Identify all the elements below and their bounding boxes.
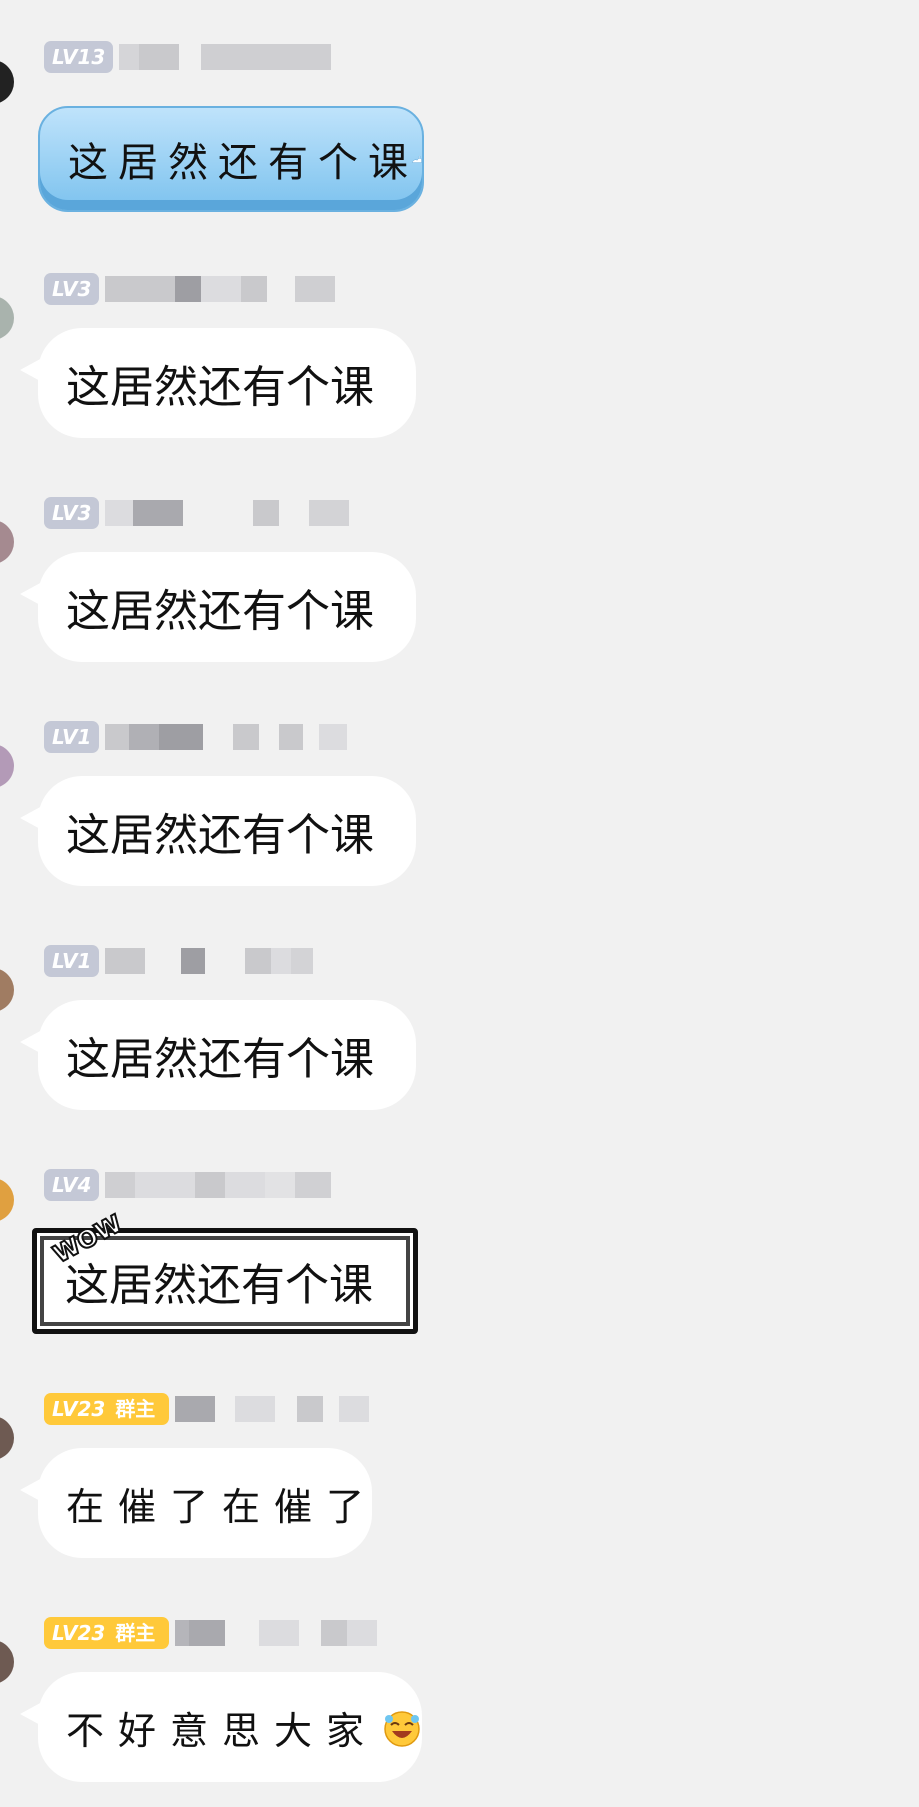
message-text: 这居然还有个课	[66, 586, 374, 637]
blurred-username	[105, 276, 336, 302]
avatar[interactable]	[0, 520, 14, 564]
level-badge: LV3	[44, 273, 100, 305]
level-text: LV23	[52, 1621, 106, 1645]
blurred-username	[105, 1172, 332, 1198]
blurred-username	[105, 948, 314, 974]
message-bubble[interactable]: 在催了在催了	[20, 1448, 372, 1558]
level-badge: LV1	[44, 721, 100, 753]
wave-icon	[412, 156, 422, 163]
message-text: 这居然还有个课	[66, 1034, 374, 1085]
message-text: 这居然还有个课	[65, 1260, 373, 1311]
message-text: 这居然还有个课	[68, 140, 418, 186]
sender-info: LV13	[44, 40, 332, 74]
blurred-username	[119, 44, 332, 70]
blurred-username	[105, 724, 348, 750]
blurred-username	[105, 500, 350, 526]
sender-info: LV23 群主	[44, 1392, 370, 1426]
avatar[interactable]	[0, 1178, 14, 1222]
avatar[interactable]	[0, 1416, 14, 1460]
level-badge: LV13	[44, 41, 114, 73]
role-label: 群主	[115, 1397, 156, 1421]
message-bubble[interactable]: WOW 这居然还有个课	[32, 1208, 418, 1334]
message-bubble[interactable]: 这居然还有个课	[20, 552, 416, 662]
message-text: 这居然还有个课	[66, 362, 374, 413]
level-badge: LV4	[44, 1169, 100, 1201]
avatar[interactable]	[0, 296, 14, 340]
message-bubble[interactable]: 这居然还有个课	[20, 776, 416, 886]
message-text: 在催了在催了	[66, 1484, 379, 1529]
message-bubble[interactable]: 这居然还有个课	[38, 106, 424, 212]
avatar[interactable]	[0, 968, 14, 1012]
level-badge: LV1	[44, 945, 100, 977]
blurred-username	[175, 1620, 378, 1646]
role-label: 群主	[115, 1621, 156, 1645]
avatar[interactable]	[0, 1640, 14, 1684]
avatar[interactable]	[0, 744, 14, 788]
sender-info: LV3	[44, 496, 350, 530]
laughing-emoji-icon	[384, 1711, 420, 1747]
sender-info: LV1	[44, 944, 314, 978]
chat-message-list: LV13 这居然还有个课 LV3 这居然还有个课 LV3 这居然还有个课 LV1…	[0, 0, 919, 1807]
message-bubble[interactable]: 不好意思大家	[20, 1672, 422, 1782]
message-bubble[interactable]: 这居然还有个课	[20, 328, 416, 438]
blurred-username	[175, 1396, 370, 1422]
level-badge: LV23 群主	[44, 1393, 170, 1425]
message-text: 不好意思大家	[66, 1708, 379, 1753]
message-text: 这居然还有个课	[66, 810, 374, 861]
avatar[interactable]	[0, 60, 14, 104]
message-bubble[interactable]: 这居然还有个课	[20, 1000, 416, 1110]
level-badge: LV23 群主	[44, 1617, 170, 1649]
sender-info: LV4	[44, 1168, 332, 1202]
level-badge: LV3	[44, 497, 100, 529]
sender-info: LV1	[44, 720, 348, 754]
level-text: LV23	[52, 1397, 106, 1421]
sender-info: LV23 群主	[44, 1616, 378, 1650]
sender-info: LV3	[44, 272, 336, 306]
